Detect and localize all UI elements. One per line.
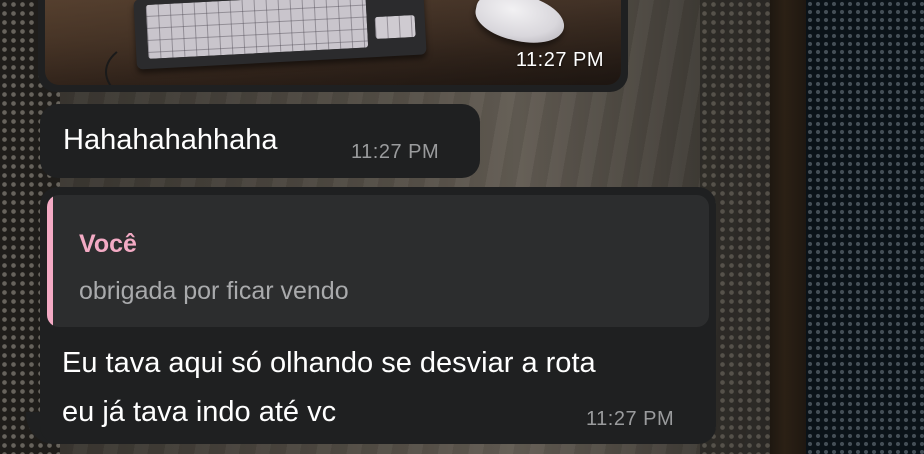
quoted-message[interactable]: Você obrigada por ficar vendo: [47, 195, 709, 327]
text-message-bubble[interactable]: Hahahahahhaha 11:27 PM: [40, 104, 480, 178]
photo-keycaps: [145, 0, 369, 59]
message-text: Eu tava aqui só olhando se desviar a rot…: [62, 347, 596, 428]
message-timestamp: 11:27 PM: [515, 49, 604, 71]
quoted-message-text: obrigada por ficar vendo: [79, 277, 349, 305]
quoted-message-author: Você: [79, 230, 137, 258]
photo-message-bubble[interactable]: 11:27 PM: [38, 0, 628, 92]
message-timestamp: 11:27 PM: [586, 408, 675, 430]
photo-arrow-keys: [374, 14, 416, 40]
reply-message-bubble[interactable]: Você obrigada por ficar vendo Eu tava aq…: [40, 187, 716, 444]
quote-accent-bar: [47, 195, 53, 327]
message-text: Hahahahahhaha: [63, 124, 278, 156]
message-timestamp: 11:27 PM: [351, 141, 440, 163]
message-photo[interactable]: [45, 0, 621, 85]
